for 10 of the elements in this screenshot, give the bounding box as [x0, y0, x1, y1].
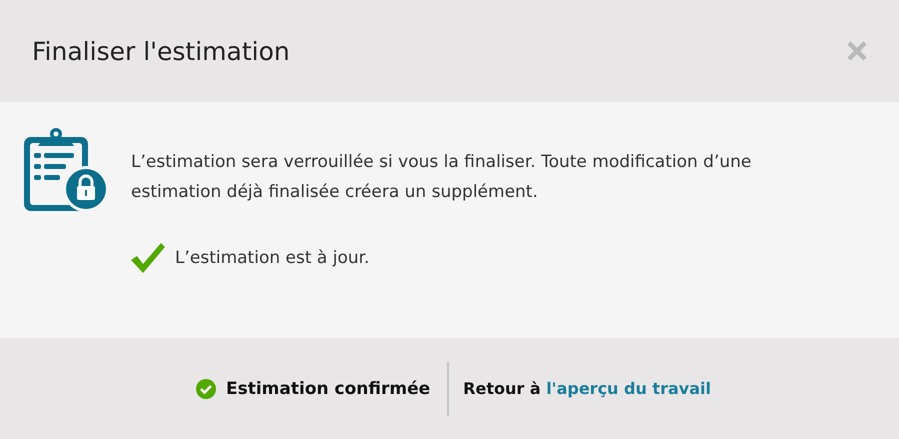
check-circle-icon — [196, 378, 216, 398]
clipboard-lock-icon — [22, 127, 108, 213]
checkmark-icon — [131, 243, 165, 273]
back-text: Retour à l'aperçu du travail — [463, 379, 711, 398]
finalize-message: L’estimation sera verrouillée si vous la finaliser. Toute modification d’une estimation déjà finalisée créera un supplément. — [131, 151, 752, 204]
close-icon[interactable] — [846, 40, 868, 62]
work-overview-link[interactable]: l'aperçu du travail — [546, 379, 711, 398]
dialog-title: Finaliser l'estimation — [32, 36, 290, 66]
confirmed-label: Estimation confirmée — [226, 378, 430, 398]
status-text: L’estimation est à jour. — [175, 248, 370, 268]
